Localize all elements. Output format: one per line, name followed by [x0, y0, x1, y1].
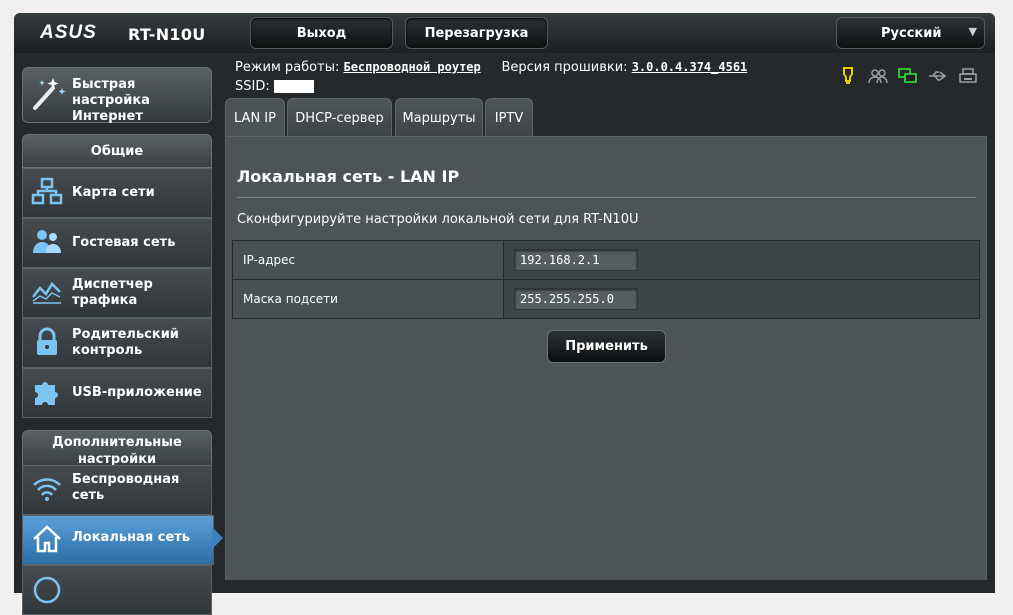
- quick-setup-button[interactable]: Быстрая настройка Интернет: [22, 67, 212, 124]
- asus-logo: ASUS: [40, 22, 97, 43]
- lan-settings-table: IP-адрес Маска подсети: [232, 240, 980, 319]
- language-value: Русский: [881, 26, 942, 41]
- menu-item-guest-network[interactable]: Гостевая сеть: [22, 218, 212, 268]
- ip-address-cell: [503, 240, 980, 280]
- mode-label: Режим работы:: [235, 60, 340, 75]
- page-title: Локальная сеть - LAN IP: [237, 167, 460, 186]
- internet-status-icon[interactable]: [838, 66, 858, 86]
- svg-text:ASUS: ASUS: [40, 22, 97, 43]
- tab-dhcp-server[interactable]: DHCP-сервер: [287, 98, 392, 137]
- usb-icon[interactable]: [928, 66, 948, 86]
- menu-item-lan[interactable]: Локальная сеть: [22, 515, 214, 565]
- menu-label: Локальная сеть: [72, 530, 190, 545]
- network-status-icon[interactable]: [898, 66, 918, 86]
- router-model: RT-N10U: [128, 25, 206, 44]
- menu-label: Родительский контроль: [72, 327, 179, 358]
- magic-wand-icon: [31, 74, 67, 116]
- lock-icon: [31, 327, 63, 361]
- menu-label: Беспроводная сеть: [72, 472, 180, 503]
- mode-link[interactable]: Беспроводной роутер: [343, 60, 480, 74]
- advanced-section-header: Дополнительные настройки: [22, 430, 212, 466]
- tab-iptv[interactable]: IPTV: [485, 98, 533, 137]
- tab-routes[interactable]: Маршруты: [395, 98, 483, 137]
- tab-lan-ip[interactable]: LAN IP: [225, 98, 285, 137]
- table-row: Маска подсети: [232, 279, 980, 319]
- traffic-chart-icon: [31, 277, 63, 311]
- chevron-down-icon: ▼: [968, 25, 977, 38]
- quick-setup-label: Быстрая настройка Интернет: [72, 77, 150, 124]
- title-divider: [237, 197, 976, 198]
- active-menu-pointer: [212, 527, 223, 549]
- reboot-button[interactable]: Перезагрузка: [405, 17, 548, 49]
- menu-label: Карта сети: [72, 185, 155, 200]
- logout-button[interactable]: Выход: [250, 17, 393, 49]
- users-icon[interactable]: [868, 66, 888, 86]
- language-select[interactable]: Русский ▼: [836, 17, 985, 49]
- home-icon: [31, 524, 63, 558]
- ip-address-input[interactable]: [514, 249, 638, 271]
- menu-label: USB-приложение: [72, 385, 202, 400]
- general-header-label: Общие: [90, 144, 144, 159]
- content-panel: Локальная сеть - LAN IP Сконфигурируйте …: [225, 136, 987, 580]
- apply-button[interactable]: Применить: [547, 330, 666, 363]
- ip-address-label: IP-адрес: [232, 240, 504, 280]
- menu-item-parental-control[interactable]: Родительский контроль: [22, 318, 212, 368]
- subnet-mask-label: Маска подсети: [232, 279, 504, 319]
- menu-label: Гостевая сеть: [72, 235, 176, 250]
- table-row: IP-адрес: [232, 240, 980, 280]
- ssid-value-box: [273, 80, 314, 93]
- menu-label: Диспетчер трафика: [72, 277, 153, 308]
- advanced-header-label: Дополнительные настройки: [52, 435, 182, 466]
- puzzle-icon: [31, 377, 63, 411]
- firmware-link[interactable]: 3.0.0.4.374_4561: [632, 60, 748, 74]
- subnet-mask-input[interactable]: [514, 288, 638, 310]
- status-icons: [838, 66, 978, 86]
- menu-item-traffic-manager[interactable]: Диспетчер трафика: [22, 268, 212, 318]
- menu-item-next[interactable]: [22, 565, 212, 615]
- general-section-header: Общие: [22, 134, 212, 168]
- menu-item-wireless[interactable]: Беспроводная сеть: [22, 465, 212, 515]
- operation-info: Режим работы: Беспроводной роутер Версия…: [235, 60, 747, 75]
- globe-icon: [31, 574, 63, 608]
- menu-item-network-map[interactable]: Карта сети: [22, 168, 212, 218]
- menu-item-usb-application[interactable]: USB-приложение: [22, 368, 212, 418]
- guest-network-icon: [31, 227, 63, 261]
- ssid-info: SSID:: [235, 79, 314, 94]
- wifi-icon: [31, 474, 63, 508]
- network-map-icon: [31, 177, 63, 211]
- firmware-label: Версия прошивки:: [501, 60, 628, 75]
- printer-icon[interactable]: [958, 66, 978, 86]
- ssid-label: SSID:: [235, 79, 270, 94]
- page-description: Сконфигурируйте настройки локальной сети…: [237, 212, 639, 227]
- subnet-mask-cell: [503, 279, 980, 319]
